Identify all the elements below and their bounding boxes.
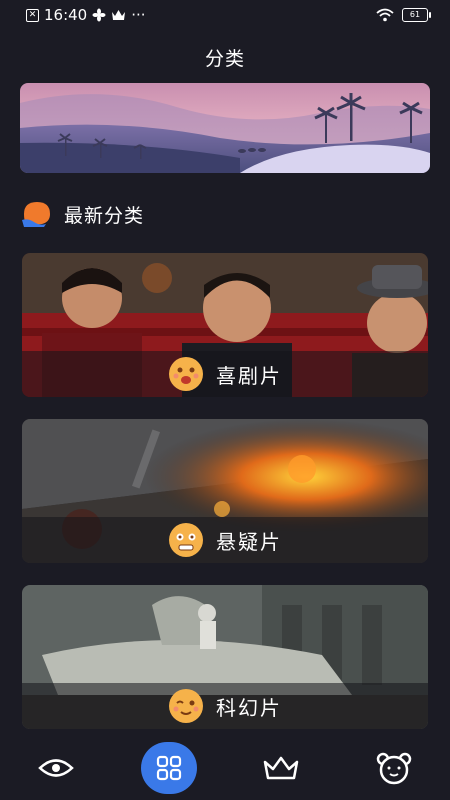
- status-time: 16:40: [44, 6, 88, 24]
- worried-face-icon: [169, 523, 203, 557]
- bottom-nav: [0, 736, 450, 800]
- shy-face-icon: [169, 689, 203, 723]
- category-card-comedy[interactable]: 喜剧片: [22, 253, 428, 397]
- battery-icon: 61: [402, 8, 431, 22]
- nav-item-profile[interactable]: [364, 738, 424, 798]
- happy-face-icon: [169, 357, 203, 391]
- grid-icon: [156, 755, 181, 781]
- category-card-suspense[interactable]: 悬疑片: [22, 419, 428, 563]
- eye-icon: [38, 759, 75, 777]
- section-bubble-icon: [22, 202, 50, 227]
- bear-face-icon: [376, 752, 411, 785]
- fan-icon: [92, 8, 106, 22]
- status-bar: ✕ 16:40 ··· 61: [0, 0, 450, 30]
- page-title: 分类: [204, 48, 245, 70]
- status-left: ✕ 16:40 ···: [26, 6, 146, 24]
- category-label-comedy: 喜剧片: [216, 363, 282, 388]
- section-title: 最新分类: [64, 204, 145, 227]
- nav-item-category[interactable]: [139, 738, 199, 798]
- category-label-bar: 科幻片: [22, 683, 428, 729]
- crown-icon: [264, 756, 299, 780]
- section-header: 最新分类: [20, 200, 144, 228]
- nav-active-indicator: [140, 742, 197, 794]
- status-dots: ···: [131, 6, 146, 24]
- category-label-bar: 喜剧片: [22, 351, 428, 397]
- banner-image[interactable]: [20, 83, 430, 173]
- category-label-bar: 悬疑片: [22, 517, 428, 563]
- crown-status-icon: [112, 10, 126, 20]
- status-right: 61: [376, 8, 431, 22]
- category-card-scifi[interactable]: 科幻片: [22, 585, 428, 729]
- category-label-scifi: 科幻片: [216, 695, 282, 720]
- nav-item-vip[interactable]: [251, 738, 311, 798]
- nav-item-watch[interactable]: [26, 738, 86, 798]
- close-notification-icon: ✕: [26, 8, 39, 22]
- wifi-icon: [376, 8, 394, 22]
- category-label-suspense: 悬疑片: [216, 529, 282, 554]
